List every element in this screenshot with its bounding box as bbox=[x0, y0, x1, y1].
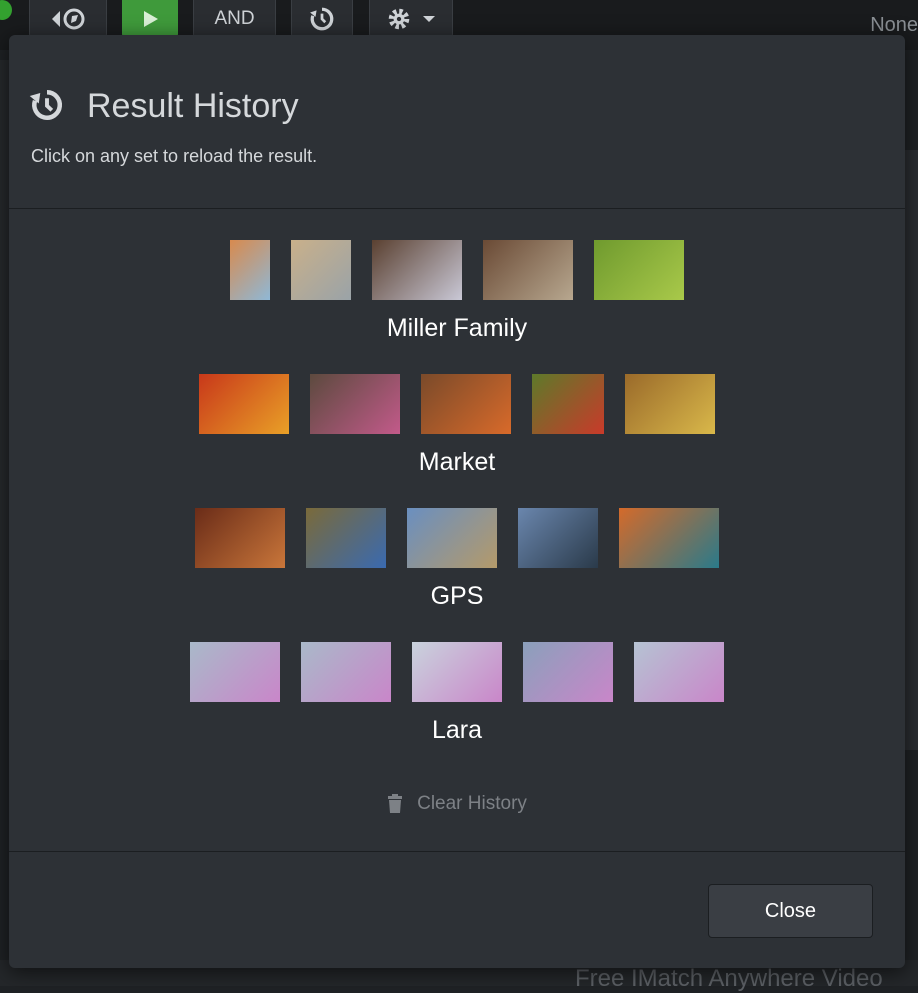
background-panel-right bbox=[904, 150, 918, 750]
close-button[interactable]: Close bbox=[708, 884, 873, 938]
set-label: Market bbox=[418, 448, 496, 476]
thumbnail-image[interactable] bbox=[619, 508, 719, 568]
thumbnail-image[interactable] bbox=[190, 642, 280, 702]
thumbnail-image[interactable] bbox=[594, 240, 684, 300]
filter-status-text: None bbox=[870, 14, 918, 36]
thumbnail-image[interactable] bbox=[407, 508, 497, 568]
dialog-footer: Close bbox=[9, 851, 905, 968]
thumbnail-image[interactable] bbox=[625, 374, 715, 434]
thumbnail-image[interactable] bbox=[412, 642, 502, 702]
thumbnail-row bbox=[9, 374, 905, 434]
thumbnail-image[interactable] bbox=[230, 240, 270, 300]
history-set-lara[interactable]: Lara bbox=[9, 642, 905, 745]
play-icon bbox=[144, 10, 158, 27]
history-button[interactable] bbox=[291, 0, 353, 38]
set-label: Lara bbox=[431, 716, 483, 744]
thumbnail-image[interactable] bbox=[634, 642, 724, 702]
thumbnail-image[interactable] bbox=[199, 374, 289, 434]
thumbnail-image[interactable] bbox=[291, 240, 351, 300]
and-toggle-button[interactable]: AND bbox=[193, 0, 276, 38]
trash-icon bbox=[388, 794, 403, 813]
back-compass-icon bbox=[52, 8, 85, 29]
back-nav-button[interactable] bbox=[29, 0, 107, 38]
dialog-header: Result History Click on any set to reloa… bbox=[9, 35, 905, 209]
settings-dropdown-button[interactable] bbox=[369, 0, 453, 38]
set-label: Miller Family bbox=[386, 314, 528, 342]
clear-history-label: Clear History bbox=[417, 793, 527, 814]
run-button[interactable] bbox=[122, 0, 178, 38]
thumbnail-image[interactable] bbox=[483, 240, 573, 300]
thumbnail-row bbox=[9, 240, 905, 300]
history-icon bbox=[29, 89, 63, 120]
thumbnail-image[interactable] bbox=[195, 508, 285, 568]
thumbnail-row bbox=[9, 642, 905, 702]
dialog-body: Miller Family Market GPS Lara Clear Hist… bbox=[9, 209, 905, 851]
dialog-title: Result History bbox=[87, 87, 299, 125]
thumbnail-image[interactable] bbox=[532, 374, 604, 434]
history-set-gps[interactable]: GPS bbox=[9, 508, 905, 611]
thumbnail-row bbox=[9, 508, 905, 568]
result-history-dialog: Result History Click on any set to reloa… bbox=[9, 35, 905, 968]
set-label: GPS bbox=[430, 582, 484, 610]
history-set-market[interactable]: Market bbox=[9, 374, 905, 477]
thumbnail-image[interactable] bbox=[421, 374, 511, 434]
thumbnail-image[interactable] bbox=[523, 642, 613, 702]
background-bottom-text: Free IMatch Anywhere Video bbox=[575, 965, 883, 992]
status-dot-icon bbox=[0, 0, 12, 20]
gear-icon bbox=[388, 8, 410, 29]
history-set-miller-family[interactable]: Miller Family bbox=[9, 240, 905, 343]
thumbnail-image[interactable] bbox=[518, 508, 598, 568]
thumbnail-image[interactable] bbox=[301, 642, 391, 702]
thumbnail-image[interactable] bbox=[310, 374, 400, 434]
clear-history-button[interactable]: Clear History bbox=[9, 793, 905, 815]
history-icon bbox=[310, 7, 334, 30]
dialog-subtitle: Click on any set to reload the result. bbox=[31, 146, 318, 166]
thumbnail-image[interactable] bbox=[372, 240, 462, 300]
thumbnail-image[interactable] bbox=[306, 508, 386, 568]
chevron-down-icon bbox=[423, 15, 435, 22]
